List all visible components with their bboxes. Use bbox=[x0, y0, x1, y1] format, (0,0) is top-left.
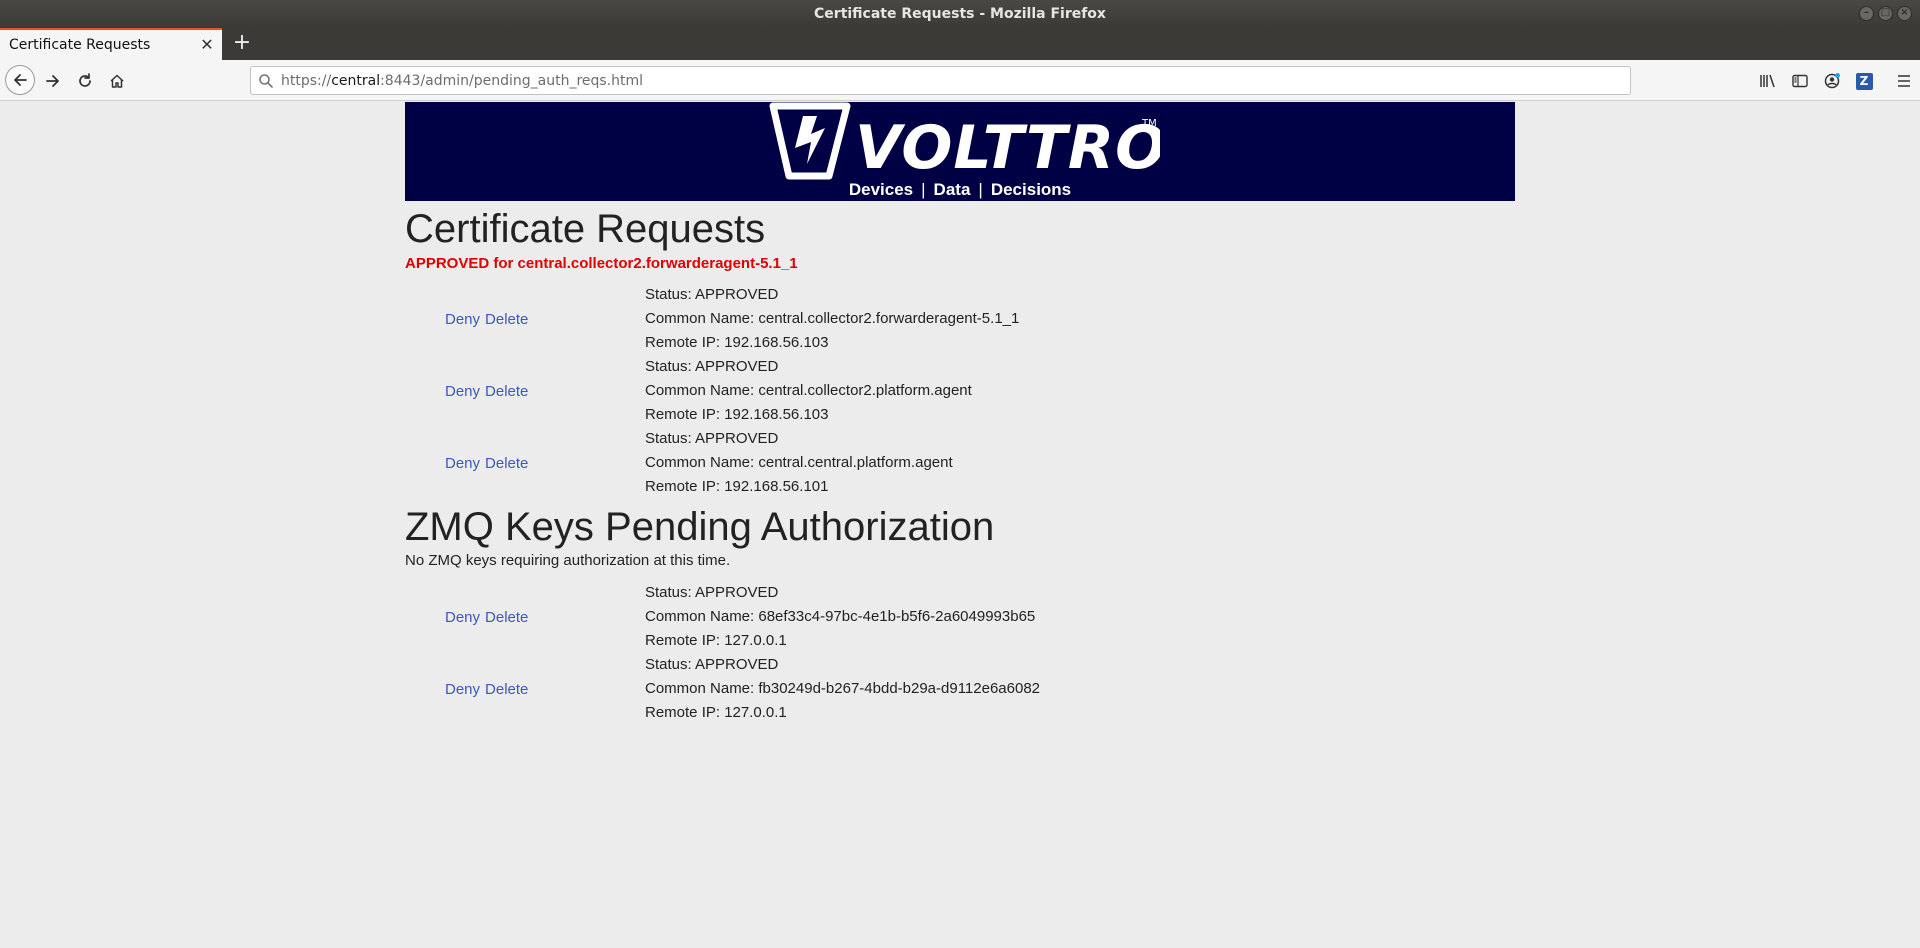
request-remote-ip: Remote IP: 127.0.0.1 bbox=[645, 704, 787, 721]
url-text: https://central:8443/admin/pending_auth_… bbox=[281, 73, 643, 89]
deny-link[interactable]: Deny bbox=[445, 311, 480, 328]
nav-data-link[interactable]: Data bbox=[926, 180, 979, 199]
cert-request-row: Deny Delete Status: APPROVED Common Name… bbox=[405, 355, 1515, 427]
delete-link[interactable]: Delete bbox=[485, 609, 528, 626]
delete-link[interactable]: Delete bbox=[485, 455, 528, 472]
request-info: Status: APPROVED Common Name: central.co… bbox=[645, 355, 972, 427]
zmq-keys-heading: ZMQ Keys Pending Authorization bbox=[405, 505, 995, 549]
request-info: Status: APPROVED Common Name: 68ef33c4-9… bbox=[645, 581, 1035, 653]
home-button[interactable] bbox=[103, 67, 131, 95]
reload-button[interactable] bbox=[71, 67, 99, 95]
main-container: VOLTTRON TM Devices|Data|Decisions Certi… bbox=[405, 102, 1515, 725]
banner: VOLTTRON TM Devices|Data|Decisions bbox=[405, 102, 1515, 201]
request-actions: Deny Delete bbox=[445, 355, 533, 427]
nav-bar: https://central:8443/admin/pending_auth_… bbox=[0, 60, 1920, 101]
request-remote-ip: Remote IP: 192.168.56.103 bbox=[645, 406, 829, 423]
cert-requests-heading: Certificate Requests bbox=[405, 207, 766, 251]
deny-link[interactable]: Deny bbox=[445, 609, 480, 626]
library-icon[interactable] bbox=[1752, 67, 1784, 95]
toolbar-right: Z bbox=[1752, 67, 1920, 95]
tab-certificate-requests[interactable]: Certificate Requests ✕ bbox=[0, 28, 222, 60]
logo-wordmark: VOLTTRON bbox=[855, 113, 1160, 182]
zmq-key-row: Deny Delete Status: APPROVED Common Name… bbox=[405, 653, 1515, 725]
volttron-logo: VOLTTRON TM bbox=[769, 102, 1160, 182]
url-host: central bbox=[331, 72, 381, 89]
delete-link[interactable]: Delete bbox=[485, 311, 528, 328]
request-status: Status: APPROVED bbox=[645, 430, 779, 447]
request-actions: Deny Delete bbox=[445, 581, 533, 653]
logo-trademark: TM bbox=[1141, 118, 1157, 129]
request-remote-ip: Remote IP: 192.168.56.103 bbox=[645, 334, 829, 351]
deny-link[interactable]: Deny bbox=[445, 383, 480, 400]
request-common-name: Common Name: 68ef33c4-97bc-4e1b-b5f6-2a6… bbox=[645, 608, 1036, 625]
page-content: VOLTTRON TM Devices|Data|Decisions Certi… bbox=[0, 102, 1920, 948]
nav-devices-link[interactable]: Devices bbox=[841, 180, 921, 199]
tab-close-icon[interactable]: ✕ bbox=[196, 34, 218, 56]
tab-strip: Certificate Requests ✕ + bbox=[0, 28, 1920, 60]
nav-decisions-link[interactable]: Decisions bbox=[983, 180, 1079, 199]
zmq-info-message: No ZMQ keys requiring authorization at t… bbox=[405, 552, 731, 569]
zotero-icon[interactable]: Z bbox=[1848, 67, 1880, 95]
request-common-name: Common Name: central.collector2.forwarde… bbox=[645, 310, 1020, 327]
zmq-key-row: Deny Delete Status: APPROVED Common Name… bbox=[405, 581, 1515, 653]
deny-link[interactable]: Deny bbox=[445, 455, 480, 472]
home-icon bbox=[110, 74, 124, 88]
sidebar-icon[interactable] bbox=[1784, 67, 1816, 95]
request-common-name: Common Name: fb30249d-b267-4bdd-b29a-d91… bbox=[645, 680, 1041, 697]
request-info: Status: APPROVED Common Name: central.ce… bbox=[645, 427, 953, 499]
window-title: Certificate Requests - Mozilla Firefox bbox=[814, 6, 1106, 22]
approval-message: APPROVED for central.collector2.forwarde… bbox=[405, 255, 798, 272]
deny-link[interactable]: Deny bbox=[445, 681, 480, 698]
reload-icon bbox=[79, 73, 91, 87]
tab-title: Certificate Requests bbox=[9, 37, 151, 53]
minimize-button[interactable]: – bbox=[1859, 6, 1874, 21]
request-info: Status: APPROVED Common Name: fb30249d-b… bbox=[645, 653, 1040, 725]
search-icon bbox=[251, 73, 281, 89]
request-actions: Deny Delete bbox=[445, 653, 533, 725]
request-remote-ip: Remote IP: 127.0.0.1 bbox=[645, 632, 787, 649]
url-path: :8443/admin/pending_auth_reqs.html bbox=[380, 72, 644, 89]
request-actions: Deny Delete bbox=[445, 427, 533, 499]
nav-separator: | bbox=[921, 180, 926, 199]
cert-request-row: Deny Delete Status: APPROVED Common Name… bbox=[405, 283, 1515, 355]
arrow-right-icon bbox=[46, 75, 59, 87]
arrow-left-icon bbox=[14, 74, 27, 86]
request-status: Status: APPROVED bbox=[645, 358, 779, 375]
account-icon[interactable] bbox=[1816, 67, 1848, 95]
request-common-name: Common Name: central.central.platform.ag… bbox=[645, 454, 953, 471]
request-status: Status: APPROVED bbox=[645, 584, 779, 601]
new-tab-button[interactable]: + bbox=[230, 32, 254, 56]
request-remote-ip: Remote IP: 192.168.56.101 bbox=[645, 478, 829, 495]
menu-icon[interactable] bbox=[1888, 67, 1920, 95]
delete-link[interactable]: Delete bbox=[485, 681, 528, 698]
request-actions: Deny Delete bbox=[445, 283, 533, 355]
window-titlebar: Certificate Requests - Mozilla Firefox –… bbox=[0, 0, 1920, 28]
forward-button[interactable] bbox=[39, 67, 67, 95]
request-status: Status: APPROVED bbox=[645, 656, 779, 673]
request-status: Status: APPROVED bbox=[645, 286, 779, 303]
url-prefix: https:// bbox=[281, 72, 332, 89]
maximize-button[interactable]: □ bbox=[1878, 6, 1893, 21]
request-info: Status: APPROVED Common Name: central.co… bbox=[645, 283, 1019, 355]
main-nav: Devices | Data | Decisions bbox=[405, 180, 1515, 200]
close-window-button[interactable]: × bbox=[1897, 6, 1912, 21]
delete-link[interactable]: Delete bbox=[485, 383, 528, 400]
request-common-name: Common Name: central.collector2.platform… bbox=[645, 382, 972, 399]
window-controls: – □ × bbox=[1859, 6, 1912, 21]
cert-request-row: Deny Delete Status: APPROVED Common Name… bbox=[405, 427, 1515, 499]
url-bar[interactable]: https://central:8443/admin/pending_auth_… bbox=[250, 66, 1631, 95]
back-button[interactable] bbox=[5, 65, 35, 95]
